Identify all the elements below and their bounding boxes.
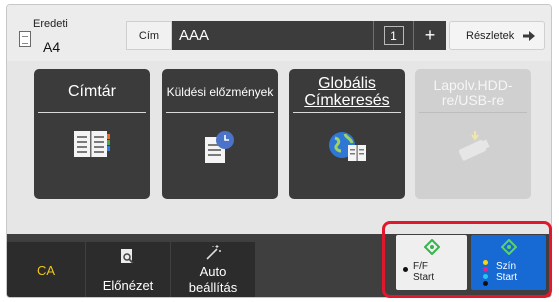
global-address-search-icon bbox=[329, 132, 366, 161]
details-button[interactable]: Részletek bbox=[449, 21, 545, 50]
magic-wand-icon bbox=[206, 245, 221, 260]
ca-button[interactable]: CA bbox=[7, 242, 85, 297]
tile-label: Lapolv.HDD-re/USB-re bbox=[419, 73, 527, 113]
auto-set-label: Auto beállítás bbox=[171, 264, 255, 297]
arrow-right-icon bbox=[523, 31, 535, 41]
header-bar: Eredeti A4 Cím AAA 1 + Részletek bbox=[7, 5, 551, 61]
usb-hdd-icon bbox=[458, 131, 490, 161]
subject-field[interactable]: AAA bbox=[172, 21, 373, 50]
tile-store-to-usb-hdd: Lapolv.HDD-re/USB-re bbox=[415, 69, 531, 199]
tile-global-address-search[interactable]: Globális Címkeresés bbox=[289, 69, 405, 199]
add-button[interactable]: + bbox=[413, 21, 446, 50]
tile-area: Címtár Küldési előzmények Globális Címke… bbox=[7, 61, 551, 271]
copies-value: 1 bbox=[383, 26, 404, 45]
original-size: A4 bbox=[43, 39, 61, 55]
copies-field[interactable]: 1 bbox=[373, 21, 413, 50]
tile-label: Globális Címkeresés bbox=[293, 73, 401, 113]
tile-send-history[interactable]: Küldési előzmények bbox=[162, 69, 278, 199]
original-size-button[interactable]: Eredeti A4 bbox=[15, 13, 68, 55]
auto-line1: Auto bbox=[199, 264, 227, 279]
tile-address-book[interactable]: Címtár bbox=[34, 69, 150, 199]
send-history-icon bbox=[205, 131, 234, 163]
tile-label: Címtár bbox=[38, 73, 146, 113]
address-book-icon bbox=[74, 131, 110, 157]
original-label: Eredeti bbox=[33, 18, 68, 30]
auto-set-button[interactable]: Auto beállítás bbox=[171, 242, 255, 297]
subject-button[interactable]: Cím bbox=[126, 21, 172, 50]
document-icon bbox=[19, 31, 31, 47]
preview-icon bbox=[121, 249, 134, 264]
start-buttons-highlight bbox=[382, 221, 552, 298]
preview-label: Előnézet bbox=[102, 278, 154, 293]
preview-button[interactable]: Előnézet bbox=[86, 242, 170, 297]
details-label: Részletek bbox=[466, 29, 515, 42]
tile-label: Küldési előzmények bbox=[166, 73, 274, 113]
auto-line2: beállítás bbox=[188, 280, 238, 296]
